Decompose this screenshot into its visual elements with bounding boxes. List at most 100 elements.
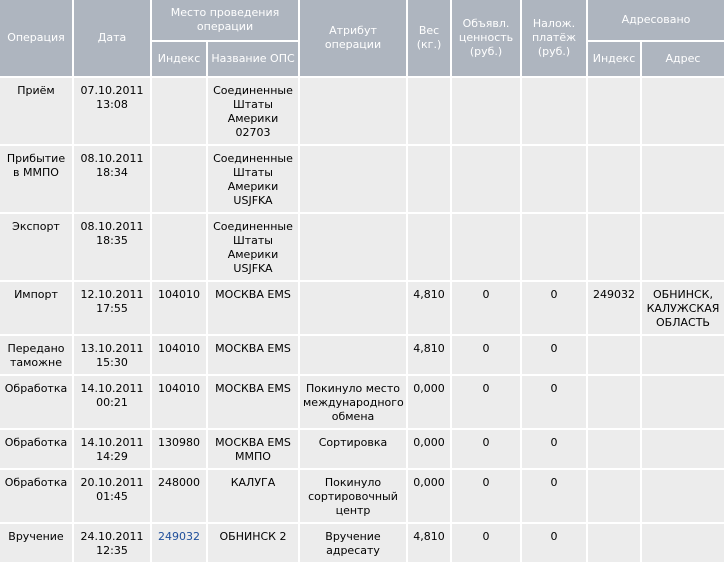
row-date: 12.10.2011 17:55 — [74, 282, 150, 334]
row-date: 14.10.2011 00:21 — [74, 376, 150, 428]
header-addressed: Адресовано — [588, 0, 724, 40]
row-cod: 0 — [522, 336, 586, 374]
row-place-index: 104010 — [152, 376, 206, 428]
row-weight — [408, 146, 450, 212]
table-row: Обработка 14.10.2011 14:29 130980 МОСКВА EM… — [0, 430, 724, 468]
row-place-name: МОСКВА EMS — [208, 376, 298, 428]
row-place-name: МОСКВА EMS — [208, 282, 298, 334]
row-place-name: МОСКВА EMS ММПО — [208, 430, 298, 468]
row-attribute — [300, 78, 406, 144]
row-date: 24.10.2011 12:35 — [74, 524, 150, 562]
row-addr-address: ОБНИНСК, КАЛУЖСКАЯ ОБЛАСТЬ — [642, 282, 724, 334]
row-weight — [408, 78, 450, 144]
table-row: Экспорт 08.10.2011 18:35 Соединенные Штаты… — [0, 214, 724, 280]
row-operation: Экспорт — [0, 214, 72, 280]
row-addr-address — [642, 78, 724, 144]
row-addr-address — [642, 376, 724, 428]
row-declared-value: 0 — [452, 336, 520, 374]
row-cod: 0 — [522, 376, 586, 428]
row-declared-value — [452, 146, 520, 212]
row-weight: 4,810 — [408, 282, 450, 334]
row-addr-index — [588, 336, 640, 374]
header-operation: Операция — [0, 0, 72, 76]
row-declared-value — [452, 78, 520, 144]
row-cod: 0 — [522, 470, 586, 522]
post-index-link[interactable]: 249032 — [158, 530, 200, 543]
table-row: Прибытие в ММПО 08.10.2011 18:34 Соединенн… — [0, 146, 724, 212]
row-operation: Импорт — [0, 282, 72, 334]
row-addr-address — [642, 470, 724, 522]
header-date: Дата — [74, 0, 150, 76]
row-addr-address — [642, 430, 724, 468]
row-addr-address — [642, 214, 724, 280]
row-place-index — [152, 78, 206, 144]
row-place-index — [152, 146, 206, 212]
table-row: Обработка 20.10.2011 01:45 248000 КАЛУГА Пок… — [0, 470, 724, 522]
row-cod — [522, 78, 586, 144]
row-operation: Прибытие в ММПО — [0, 146, 72, 212]
row-attribute: Покинуло сортировочный центр — [300, 470, 406, 522]
header-cod: Налож. платёж (руб.) — [522, 0, 586, 76]
row-place-index: 104010 — [152, 282, 206, 334]
row-place-name: Соединенные Штаты Америки 02703 — [208, 78, 298, 144]
row-weight — [408, 214, 450, 280]
row-weight: 0,000 — [408, 470, 450, 522]
row-addr-index — [588, 146, 640, 212]
row-operation: Передано таможне — [0, 336, 72, 374]
row-addr-index — [588, 376, 640, 428]
row-date: 08.10.2011 18:34 — [74, 146, 150, 212]
table-row: Приём 07.10.2011 13:08 Соединенные Штаты А… — [0, 78, 724, 144]
row-declared-value: 0 — [452, 430, 520, 468]
header-addr-index: Индекс — [588, 42, 640, 76]
row-addr-index — [588, 470, 640, 522]
row-declared-value: 0 — [452, 524, 520, 562]
row-attribute — [300, 336, 406, 374]
row-place-index: 249032 — [152, 524, 206, 562]
row-operation: Приём — [0, 78, 72, 144]
row-place-name: КАЛУГА — [208, 470, 298, 522]
row-place-index: 104010 — [152, 336, 206, 374]
header-addr-address: Адрес — [642, 42, 724, 76]
row-addr-address — [642, 524, 724, 562]
row-attribute — [300, 214, 406, 280]
row-cod: 0 — [522, 524, 586, 562]
row-addr-index — [588, 430, 640, 468]
row-place-index: 248000 — [152, 470, 206, 522]
row-place-index — [152, 214, 206, 280]
row-cod — [522, 146, 586, 212]
row-operation: Вручение — [0, 524, 72, 562]
header-place: Место проведения операции — [152, 0, 298, 40]
row-date: 14.10.2011 14:29 — [74, 430, 150, 468]
row-weight: 0,000 — [408, 376, 450, 428]
row-cod — [522, 214, 586, 280]
row-date: 08.10.2011 18:35 — [74, 214, 150, 280]
row-place-name: МОСКВА EMS — [208, 336, 298, 374]
row-declared-value: 0 — [452, 282, 520, 334]
row-date: 20.10.2011 01:45 — [74, 470, 150, 522]
row-declared-value: 0 — [452, 470, 520, 522]
tracking-table: Операция Дата Место проведения операции … — [0, 0, 726, 564]
row-weight: 4,810 — [408, 336, 450, 374]
row-addr-index: 249032 — [588, 282, 640, 334]
table-row: Вручение 24.10.2011 12:35 249032 ОБНИНСК 2В… — [0, 524, 724, 562]
row-declared-value — [452, 214, 520, 280]
row-operation: Обработка — [0, 470, 72, 522]
row-place-name: Соединенные Штаты Америки USJFKA — [208, 146, 298, 212]
row-place-name: ОБНИНСК 2 — [208, 524, 298, 562]
row-cod: 0 — [522, 282, 586, 334]
row-addr-index — [588, 214, 640, 280]
header-attribute: Атрибут операции — [300, 0, 406, 76]
header-declared-value: Объявл. ценность (руб.) — [452, 0, 520, 76]
header-weight: Вес (кг.) — [408, 0, 450, 76]
row-operation: Обработка — [0, 430, 72, 468]
row-cod: 0 — [522, 430, 586, 468]
row-declared-value: 0 — [452, 376, 520, 428]
header-place-index: Индекс — [152, 42, 206, 76]
row-place-index: 130980 — [152, 430, 206, 468]
row-operation: Обработка — [0, 376, 72, 428]
row-addr-index — [588, 524, 640, 562]
row-place-name: Соединенные Штаты Америки USJFKA — [208, 214, 298, 280]
row-addr-address — [642, 146, 724, 212]
row-addr-address — [642, 336, 724, 374]
row-attribute: Покинуло место международного обмена — [300, 376, 406, 428]
